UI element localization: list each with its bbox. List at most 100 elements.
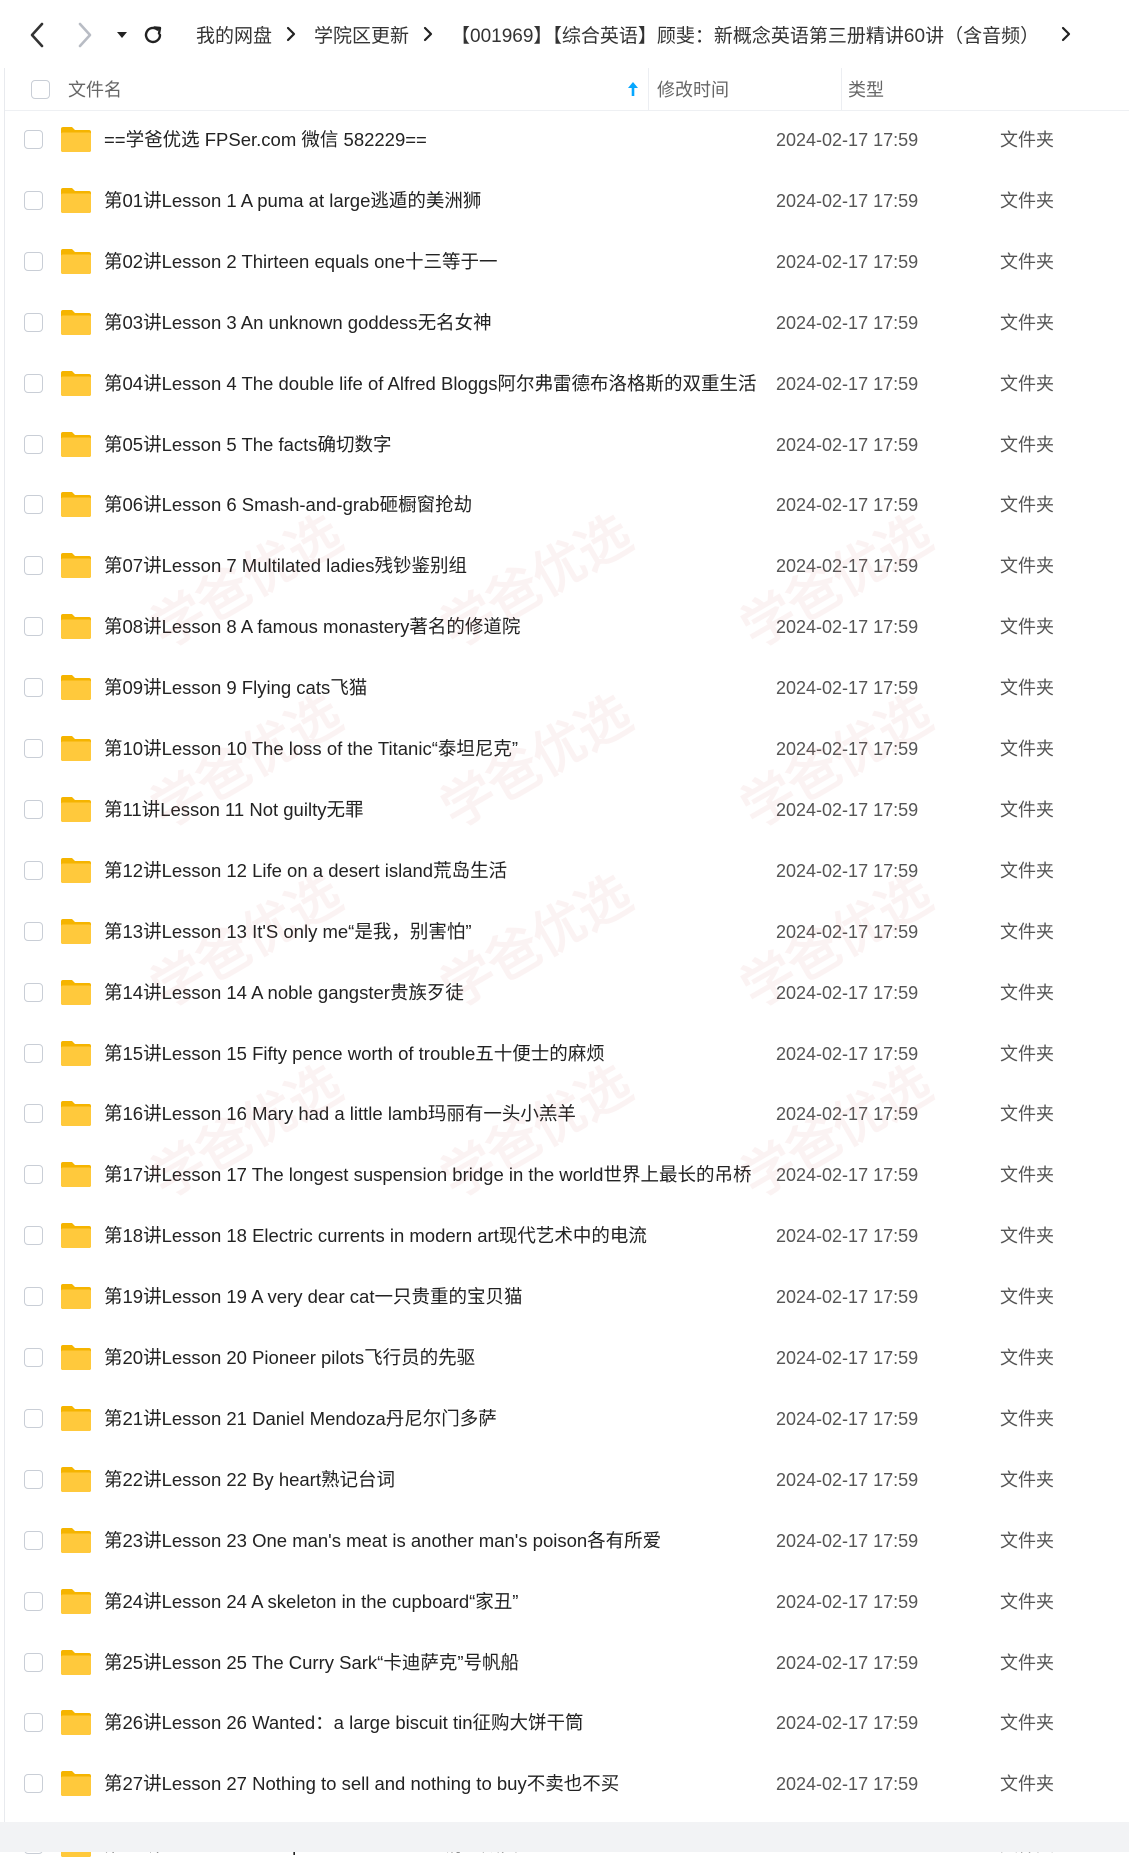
file-row[interactable]: 第01讲Lesson 1 A puma at large逃遁的美洲狮 2024-0… bbox=[5, 171, 1129, 231]
row-checkbox[interactable] bbox=[24, 860, 43, 880]
select-all-checkbox[interactable] bbox=[31, 68, 50, 110]
refresh-button[interactable] bbox=[138, 18, 168, 52]
file-name[interactable]: 第26讲Lesson 26 Wanted：a large biscuit tin… bbox=[104, 1693, 583, 1753]
file-name[interactable]: 第16讲Lesson 16 Mary had a little lamb玛丽有一… bbox=[104, 1084, 576, 1144]
file-name[interactable]: 第15讲Lesson 15 Fifty pence worth of troub… bbox=[104, 1024, 605, 1084]
row-checkbox[interactable] bbox=[24, 190, 43, 210]
row-checkbox[interactable] bbox=[24, 1348, 43, 1367]
row-checkbox[interactable] bbox=[24, 1165, 43, 1185]
file-row[interactable]: 第11讲Lesson 11 Not guilty无罪 2024-02-17 17:… bbox=[5, 780, 1129, 840]
file-row[interactable]: 第12讲Lesson 12 Life on a desert island荒岛生… bbox=[5, 841, 1129, 901]
row-checkbox[interactable] bbox=[24, 1226, 43, 1246]
file-row[interactable]: 第03讲Lesson 3 An unknown goddess无名女神 2024-… bbox=[5, 293, 1129, 353]
file-row[interactable]: 第16讲Lesson 16 Mary had a little lamb玛丽有一… bbox=[5, 1084, 1129, 1144]
file-row[interactable]: 第21讲Lesson 21 Daniel Mendoza丹尼尔门多萨 2024-0… bbox=[5, 1389, 1129, 1449]
file-name[interactable]: 第05讲Lesson 5 The facts确切数字 bbox=[104, 415, 392, 475]
file-name[interactable]: 第04讲Lesson 4 The double life of Alfred B… bbox=[104, 354, 757, 414]
file-name[interactable]: 第20讲Lesson 20 Pioneer pilots飞行员的先驱 bbox=[104, 1328, 475, 1388]
file-name[interactable]: 第22讲Lesson 22 By heart熟记台词 bbox=[104, 1450, 395, 1510]
file-name[interactable]: 第03讲Lesson 3 An unknown goddess无名女神 bbox=[104, 293, 492, 353]
row-checkbox[interactable] bbox=[24, 617, 43, 637]
row-checkbox[interactable] bbox=[24, 373, 43, 393]
row-checkbox[interactable] bbox=[24, 495, 43, 515]
file-name[interactable]: 第14讲Lesson 14 A noble gangster贵族歹徒 bbox=[104, 963, 464, 1023]
file-name[interactable]: 第12讲Lesson 12 Life on a desert island荒岛生… bbox=[104, 841, 507, 901]
file-name[interactable]: 第09讲Lesson 9 Flying cats飞猫 bbox=[104, 658, 367, 718]
file-row[interactable]: 第22讲Lesson 22 By heart熟记台词 2024-02-17 17:… bbox=[5, 1450, 1129, 1510]
file-name[interactable]: 第21讲Lesson 21 Daniel Mendoza丹尼尔门多萨 bbox=[104, 1389, 497, 1449]
file-name[interactable]: 第07讲Lesson 7 Multilated ladies残钞鉴别组 bbox=[104, 536, 467, 596]
file-row[interactable]: 第08讲Lesson 8 A famous monastery著名的修道院 202… bbox=[5, 597, 1129, 657]
file-row[interactable]: 第15讲Lesson 15 Fifty pence worth of troub… bbox=[5, 1024, 1129, 1084]
file-row[interactable]: 第19讲Lesson 19 A very dear cat一只贵重的宝贝猫 202… bbox=[5, 1267, 1129, 1327]
row-checkbox[interactable] bbox=[24, 434, 43, 454]
file-name[interactable]: 第27讲Lesson 27 Nothing to sell and nothin… bbox=[104, 1754, 619, 1814]
row-checkbox[interactable] bbox=[24, 130, 43, 149]
row-checkbox[interactable] bbox=[24, 1469, 43, 1489]
breadcrumb-item-college-updates[interactable]: 学院区更新 bbox=[314, 21, 409, 48]
row-checkbox[interactable] bbox=[24, 1104, 43, 1124]
file-name[interactable]: 第01讲Lesson 1 A puma at large逃遁的美洲狮 bbox=[104, 171, 481, 231]
row-checkbox[interactable] bbox=[24, 1287, 43, 1307]
file-name[interactable]: 第02讲Lesson 2 Thirteen equals one十三等于一 bbox=[104, 232, 498, 292]
file-row[interactable]: 第17讲Lesson 17 The longest suspension bri… bbox=[5, 1145, 1129, 1205]
breadcrumb-more-icon[interactable] bbox=[1061, 26, 1071, 42]
breadcrumb-item-my-drive[interactable]: 我的网盘 bbox=[196, 21, 272, 48]
file-row[interactable]: 第18讲Lesson 18 Electric currents in moder… bbox=[5, 1206, 1129, 1266]
file-name[interactable]: 第23讲Lesson 23 One man's meat is another … bbox=[104, 1511, 661, 1571]
file-row[interactable]: 第20讲Lesson 20 Pioneer pilots飞行员的先驱 2024-0… bbox=[5, 1328, 1129, 1388]
file-row[interactable]: 第07讲Lesson 7 Multilated ladies残钞鉴别组 2024-… bbox=[5, 536, 1129, 596]
row-checkbox[interactable] bbox=[24, 982, 43, 1002]
column-header-name[interactable]: 文件名 bbox=[68, 68, 122, 110]
forward-button[interactable] bbox=[72, 18, 98, 52]
row-checkbox[interactable] bbox=[24, 1408, 43, 1428]
file-name[interactable]: 第08讲Lesson 8 A famous monastery著名的修道院 bbox=[104, 597, 520, 657]
file-name[interactable]: 第11讲Lesson 11 Not guilty无罪 bbox=[104, 780, 363, 840]
row-checkbox[interactable] bbox=[24, 678, 43, 698]
column-header-modified[interactable]: 修改时间 bbox=[657, 68, 729, 110]
row-checkbox[interactable] bbox=[24, 1652, 43, 1672]
file-row[interactable]: 第02讲Lesson 2 Thirteen equals one十三等于一 202… bbox=[5, 232, 1129, 292]
sort-ascending-icon[interactable] bbox=[627, 68, 639, 110]
file-row[interactable]: 第09讲Lesson 9 Flying cats飞猫 2024-02-17 17:… bbox=[5, 658, 1129, 718]
file-name[interactable]: 第19讲Lesson 19 A very dear cat一只贵重的宝贝猫 bbox=[104, 1267, 522, 1327]
file-name[interactable]: 第17讲Lesson 17 The longest suspension bri… bbox=[104, 1145, 751, 1205]
breadcrumb-item-current-folder[interactable]: 【001969】【综合英语】顾斐：新概念英语第三册精讲60讲（含音频） bbox=[451, 21, 1039, 48]
back-button[interactable] bbox=[24, 18, 50, 52]
column-header-type[interactable]: 类型 bbox=[848, 68, 884, 110]
checkbox[interactable] bbox=[31, 79, 50, 99]
row-checkbox[interactable] bbox=[24, 1713, 43, 1733]
column-divider[interactable] bbox=[841, 68, 842, 110]
row-checkbox[interactable] bbox=[24, 556, 43, 576]
file-name[interactable]: 第10讲Lesson 10 The loss of the Titanic“泰坦… bbox=[104, 719, 518, 779]
file-name[interactable]: ==学爸优选 FPSer.com 微信 582229== bbox=[104, 110, 427, 170]
row-checkbox[interactable] bbox=[24, 1591, 43, 1611]
file-row[interactable]: 第25讲Lesson 25 The Curry Sark“卡迪萨克”号帆船 202… bbox=[5, 1633, 1129, 1693]
row-checkbox[interactable] bbox=[24, 312, 43, 332]
file-row[interactable]: 第24讲Lesson 24 A skeleton in the cupboard… bbox=[5, 1572, 1129, 1632]
history-dropdown-button[interactable] bbox=[112, 18, 132, 52]
file-row[interactable]: 第05讲Lesson 5 The facts确切数字 2024-02-17 17:… bbox=[5, 415, 1129, 475]
row-checkbox[interactable] bbox=[24, 251, 43, 271]
file-row[interactable]: 第13讲Lesson 13 It'S only me“是我，别害怕” 2024-0… bbox=[5, 902, 1129, 962]
file-name[interactable]: 第13讲Lesson 13 It'S only me“是我，别害怕” bbox=[104, 902, 471, 962]
row-checkbox[interactable] bbox=[24, 799, 43, 819]
file-name[interactable]: 第18讲Lesson 18 Electric currents in moder… bbox=[104, 1206, 647, 1266]
file-row[interactable]: 第10讲Lesson 10 The loss of the Titanic“泰坦… bbox=[5, 719, 1129, 779]
file-row[interactable]: 第26讲Lesson 26 Wanted：a large biscuit tin… bbox=[5, 1693, 1129, 1753]
file-name[interactable]: 第06讲Lesson 6 Smash-and-grab砸橱窗抢劫 bbox=[104, 475, 472, 535]
row-checkbox[interactable] bbox=[24, 739, 43, 758]
file-row[interactable]: 第04讲Lesson 4 The double life of Alfred B… bbox=[5, 354, 1129, 414]
file-row[interactable]: ==学爸优选 FPSer.com 微信 582229== 2024-02-17 1… bbox=[5, 110, 1129, 170]
row-checkbox[interactable] bbox=[24, 1043, 43, 1063]
row-checkbox[interactable] bbox=[24, 921, 43, 941]
file-row[interactable]: 第06讲Lesson 6 Smash-and-grab砸橱窗抢劫 2024-02-… bbox=[5, 475, 1129, 535]
row-checkbox[interactable] bbox=[24, 1530, 43, 1550]
row-checkbox[interactable] bbox=[24, 1774, 43, 1794]
file-row[interactable]: 第27讲Lesson 27 Nothing to sell and nothin… bbox=[5, 1754, 1129, 1814]
column-divider[interactable] bbox=[648, 68, 649, 110]
file-row[interactable]: 第14讲Lesson 14 A noble gangster贵族歹徒 2024-0… bbox=[5, 963, 1129, 1023]
file-name[interactable]: 第25讲Lesson 25 The Curry Sark“卡迪萨克”号帆船 bbox=[104, 1633, 519, 1693]
file-name[interactable]: 第24讲Lesson 24 A skeleton in the cupboard… bbox=[104, 1572, 518, 1632]
file-row[interactable]: 第23讲Lesson 23 One man's meat is another … bbox=[5, 1511, 1129, 1571]
